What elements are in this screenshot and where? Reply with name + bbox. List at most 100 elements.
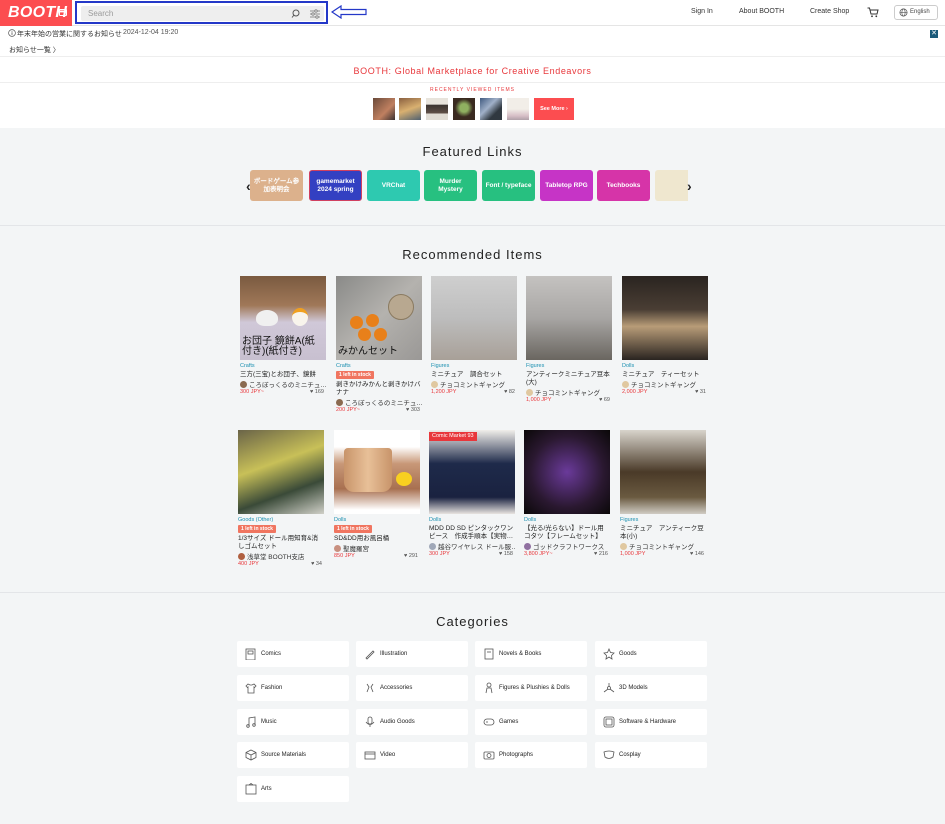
item-category[interactable]: Figures — [620, 517, 638, 523]
shop-link[interactable]: チョコミントギャング — [622, 379, 708, 389]
category-source-materials[interactable]: Source Materials — [237, 742, 349, 768]
category-games[interactable]: Games — [475, 709, 587, 735]
item-category[interactable]: Dolls — [524, 517, 536, 523]
shop-link[interactable]: チョコミントギャング — [431, 379, 517, 389]
featured-link[interactable]: gamemarket 2024 spring — [309, 170, 362, 201]
shop-link[interactable]: 聖魔羅宮 — [334, 543, 420, 553]
like-button[interactable]: ♥ 31 — [695, 389, 706, 395]
item-thumbnail[interactable] — [334, 430, 420, 514]
item-category[interactable]: Figures — [431, 363, 449, 369]
item-card[interactable]: Comic Market 93 Dolls MDD DD SD ピンタックワンピース… — [429, 430, 515, 560]
category-figures-plushies-dolls[interactable]: Figures & Plushies & Dolls — [475, 675, 587, 701]
item-category[interactable]: Crafts — [336, 363, 351, 369]
item-card[interactable]: Figures アンティークミニチュア豆本(大) チョコミントギャング 1,000 J… — [526, 276, 612, 406]
shop-link[interactable]: ころぼっくるのミニチュ… — [336, 397, 422, 407]
about-booth-link[interactable]: About BOOTH — [739, 8, 784, 15]
category-3d-models[interactable]: 3D Models — [595, 675, 707, 701]
category-illustration[interactable]: Illustration — [356, 641, 468, 667]
create-shop-link[interactable]: Create Shop — [810, 8, 849, 15]
item-card[interactable]: Dolls 1 left in stock SD&DD用お風呂桶 聖魔羅宮 850 JP… — [334, 430, 420, 560]
item-thumbnail[interactable]: みかんセット — [336, 276, 422, 360]
filter-icon[interactable] — [309, 8, 321, 19]
featured-link[interactable] — [655, 170, 688, 201]
category-cosplay[interactable]: Cosplay — [595, 742, 707, 768]
item-card[interactable]: みかんセット Crafts 1 left in stock 剥きかけみかんと剥きかけバ… — [336, 276, 422, 413]
search-icon[interactable] — [290, 8, 302, 19]
item-category[interactable]: Goods (Other) — [238, 517, 273, 523]
featured-link[interactable]: Techbooks — [597, 170, 650, 201]
recently-viewed-thumb[interactable] — [373, 98, 395, 120]
language-selector[interactable]: English — [894, 5, 938, 20]
item-card[interactable]: Figures ミニチュア 調合セット チョコミントギャング 1,200 JPY ♥ 8… — [431, 276, 517, 406]
category-novels-books[interactable]: Novels & Books — [475, 641, 587, 667]
like-button[interactable]: ♥ 34 — [311, 561, 322, 567]
item-thumbnail[interactable] — [620, 430, 706, 514]
chevron-right-icon[interactable]: › — [687, 178, 692, 194]
featured-link[interactable]: ボードゲーム参加表明会 — [250, 170, 303, 201]
item-category[interactable]: Dolls — [429, 517, 441, 523]
recently-viewed-thumb[interactable] — [426, 98, 448, 120]
category-fashion[interactable]: Fashion — [237, 675, 349, 701]
like-button[interactable]: ♥ 291 — [404, 553, 418, 559]
shop-link[interactable]: ゴッドクラフトワークス — [524, 541, 610, 551]
item-category[interactable]: Figures — [526, 363, 544, 369]
notice-text[interactable]: 年末年始の営業に関するお知らせ — [17, 29, 122, 39]
item-card[interactable]: Dolls ミニチュア ティーセット チョコミントギャング 2,000 JPY ♥ 31 — [622, 276, 708, 406]
item-name[interactable]: 三方(三宝)とお団子、鏡餅 — [240, 371, 326, 379]
shop-link[interactable]: 越谷ワイヤレス ドール服… — [429, 541, 515, 551]
search-input[interactable] — [81, 6, 281, 21]
item-thumbnail[interactable] — [622, 276, 708, 360]
item-name[interactable]: ミニチュア アンティーク豆本(小) — [620, 525, 706, 541]
all-news-link[interactable]: お知らせ一覧 〉 — [9, 45, 60, 55]
like-button[interactable]: ♥ 82 — [504, 389, 515, 395]
category-goods[interactable]: Goods — [595, 641, 707, 667]
item-card[interactable]: Dolls 【光る/光らない】ドール用コタツ【フレームセット】 ゴッドクラフトワーク… — [524, 430, 610, 560]
item-name[interactable]: ミニチュア ティーセット — [622, 371, 708, 379]
like-button[interactable]: ♥ 146 — [690, 551, 704, 557]
like-button[interactable]: ♥ 158 — [499, 551, 513, 557]
category-software-hardware[interactable]: Software & Hardware — [595, 709, 707, 735]
see-more-button[interactable]: See More › — [534, 98, 574, 120]
item-name[interactable]: ミニチュア 調合セット — [431, 371, 517, 379]
category-music[interactable]: Music — [237, 709, 349, 735]
like-button[interactable]: ♥ 169 — [310, 389, 324, 395]
item-category[interactable]: Dolls — [334, 517, 346, 523]
shop-link[interactable]: ころぼっくるのミニチュ… — [240, 379, 326, 389]
recently-viewed-thumb[interactable] — [453, 98, 475, 120]
recently-viewed-thumb[interactable] — [507, 98, 529, 120]
category-arts[interactable]: Arts — [237, 776, 349, 802]
item-thumbnail[interactable] — [526, 276, 612, 360]
like-button[interactable]: ♥ 69 — [599, 397, 610, 403]
item-name[interactable]: 剥きかけみかんと剥きかけバナナ — [336, 381, 422, 397]
like-button[interactable]: ♥ 216 — [594, 551, 608, 557]
item-category[interactable]: Crafts — [240, 363, 255, 369]
featured-link[interactable]: VRChat — [367, 170, 420, 201]
item-card[interactable]: お団子 鏡餅A(紙付き)(紙付き) Crafts 三方(三宝)とお団子、鏡餅 ころぼっ… — [240, 276, 326, 406]
sign-in-link[interactable]: Sign In — [691, 8, 713, 15]
category-accessories[interactable]: Accessories — [356, 675, 468, 701]
item-name[interactable]: SD&DD用お風呂桶 — [334, 535, 420, 543]
item-thumbnail[interactable] — [238, 430, 324, 514]
item-name[interactable]: 【光る/光らない】ドール用コタツ【フレームセット】 — [524, 525, 610, 541]
shop-link[interactable]: チョコミントギャング — [620, 541, 706, 551]
booth-logo[interactable]: BOOTH — [0, 0, 72, 26]
recently-viewed-thumb[interactable] — [480, 98, 502, 120]
item-thumbnail[interactable]: お団子 鏡餅A(紙付き)(紙付き) — [240, 276, 326, 360]
like-button[interactable]: ♥ 303 — [406, 407, 420, 413]
shop-link[interactable]: チョコミントギャング — [526, 387, 612, 397]
shop-link[interactable]: 浅草堂 BOOTH支店 — [238, 551, 324, 561]
item-card[interactable]: Goods (Other) 1 left in stock 1/3サイズ ドール用知… — [238, 430, 324, 567]
item-name[interactable]: MDD DD SD ピンタックワンピース 作成手順本【実物… — [429, 525, 515, 541]
featured-link[interactable]: Murder Mystery — [424, 170, 477, 201]
cart-icon[interactable] — [867, 7, 879, 18]
featured-link[interactable]: Tabletop RPG — [540, 170, 593, 201]
category-comics[interactable]: Comics — [237, 641, 349, 667]
category-photographs[interactable]: Photographs — [475, 742, 587, 768]
item-thumbnail[interactable]: Comic Market 93 — [429, 430, 515, 514]
item-card[interactable]: Figures ミニチュア アンティーク豆本(小) チョコミントギャング 1,000 … — [620, 430, 706, 560]
category-video[interactable]: Video — [356, 742, 468, 768]
item-category[interactable]: Dolls — [622, 363, 634, 369]
close-icon[interactable]: ✕ — [930, 30, 938, 38]
item-name[interactable]: アンティークミニチュア豆本(大) — [526, 371, 612, 387]
recently-viewed-thumb[interactable] — [399, 98, 421, 120]
